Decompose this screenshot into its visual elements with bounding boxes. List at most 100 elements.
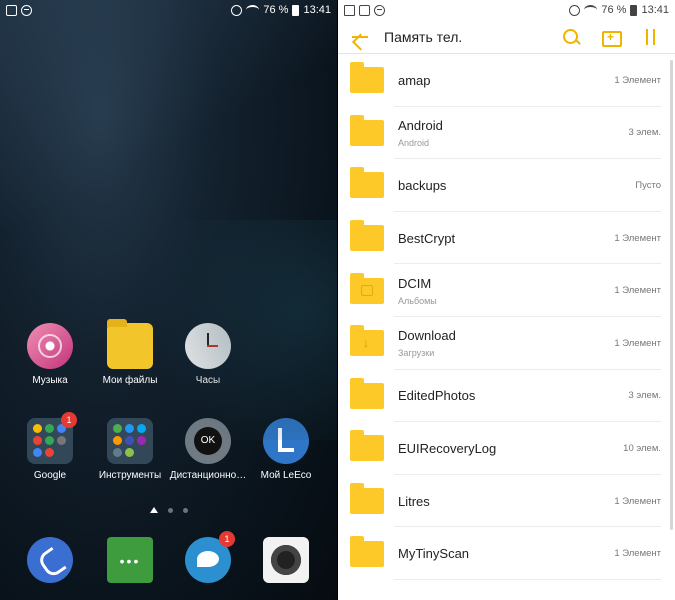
tools-folder-icon (107, 418, 153, 464)
mail-notification-icon (359, 4, 370, 16)
dock-camera[interactable] (246, 537, 326, 583)
folder-app-icon (107, 319, 153, 369)
ok-glyph: OK (194, 427, 222, 455)
folder-row-android[interactable]: Android Android 3 элем. (338, 107, 675, 160)
new-folder-icon[interactable] (601, 27, 622, 47)
app-clock[interactable]: Часы (168, 323, 248, 386)
google-folder-icon: 1 (27, 412, 77, 464)
folder-icon (350, 483, 384, 515)
folder-name: amap (398, 72, 431, 88)
file-manager: 76 % 13:41 Память тел. amap 1 Элемент An… (338, 0, 675, 600)
leeco-app-icon (263, 418, 309, 464)
item-count: 1 Элемент (614, 495, 661, 507)
mail-notification-icon (6, 4, 17, 16)
kiwi-browser-icon: 1 (185, 531, 235, 583)
notification-badge: 1 (61, 412, 77, 428)
app-remote[interactable]: OK Дистанционно… (168, 418, 248, 481)
folder-row-editedphotos[interactable]: EditedPhotos 3 элем. (338, 370, 675, 423)
folder-name: MyTinyScan (398, 546, 470, 562)
status-bar-left: 76 % 13:41 (0, 0, 337, 20)
page-dot (168, 507, 173, 513)
folder-name: Litres (398, 493, 430, 509)
folder-name: backups (398, 177, 447, 193)
item-count: 1 Элемент (614, 232, 661, 244)
wifi-icon (584, 5, 598, 15)
battery-icon (292, 4, 300, 16)
app-label: Музыка (32, 375, 68, 386)
folder-icon (350, 62, 384, 94)
do-not-disturb-icon (374, 4, 385, 16)
folder-row-amap[interactable]: amap 1 Элемент (338, 54, 675, 107)
folder-name: Download (398, 328, 456, 344)
app-label: Инструменты (98, 470, 162, 481)
app-my-leeco[interactable]: Мой LeEco (246, 418, 326, 481)
album-folder-icon (350, 272, 384, 304)
image-notification-icon (344, 4, 355, 16)
wifi-icon (246, 5, 260, 15)
battery-icon (630, 4, 638, 16)
folder-subtitle: Android (398, 137, 430, 148)
app-folder-tools[interactable]: Инструменты (90, 418, 170, 481)
messages-icon: ••• (107, 537, 153, 583)
status-bar-right: 76 % 13:41 (338, 0, 675, 20)
item-count: 1 Элемент (614, 337, 661, 349)
folder-icon (350, 220, 384, 252)
item-count: 1 Элемент (614, 548, 661, 560)
dock-messages[interactable]: ••• (90, 537, 170, 583)
folder-subtitle: Альбомы (398, 295, 437, 306)
folder-icon (350, 114, 384, 146)
app-label: Google (33, 470, 67, 481)
folder-name: EUIRecoveryLog (398, 440, 497, 456)
folder-name: BestCrypt (398, 230, 456, 246)
folder-row-bestcrypt[interactable]: BestCrypt 1 Элемент (338, 212, 675, 265)
do-not-disturb-icon (21, 4, 32, 16)
toolbar: Память тел. (338, 20, 675, 54)
phone-icon (27, 537, 73, 583)
folder-name: EditedPhotos (398, 388, 476, 404)
dock-phone[interactable] (10, 537, 90, 583)
app-label: Часы (195, 375, 221, 386)
download-folder-icon: ↓ (350, 325, 384, 357)
notification-badge: 1 (219, 531, 235, 547)
scrollbar[interactable] (670, 60, 673, 530)
search-icon[interactable] (561, 27, 581, 47)
app-my-files[interactable]: Мои файлы (90, 319, 170, 386)
dock-kiwi-browser[interactable]: 1 (168, 531, 248, 583)
page-title: Память тел. (384, 28, 463, 45)
home-page-icon (150, 507, 158, 513)
app-label: Дистанционно… (169, 470, 247, 481)
alarm-icon (231, 4, 243, 16)
folder-row-dcim[interactable]: DCIM Альбомы 1 Элемент (338, 264, 675, 317)
app-folder-google[interactable]: 1 Google (10, 412, 90, 481)
folder-subtitle: Загрузки (398, 348, 435, 359)
folder-name: DCIM (398, 275, 432, 291)
folder-row-euirecoverylog[interactable]: EUIRecoveryLog 10 элем. (338, 422, 675, 475)
page-dot (183, 507, 188, 513)
item-count: 1 Элемент (614, 285, 661, 297)
battery-percent: 76 % (263, 4, 289, 16)
folder-list: amap 1 Элемент Android Android 3 элем. ba… (338, 54, 675, 580)
item-count: 3 элем. (628, 390, 661, 402)
folder-icon (350, 167, 384, 199)
app-label: Мои файлы (102, 375, 158, 386)
clock-time: 13:41 (303, 4, 331, 16)
folder-icon (350, 535, 384, 567)
item-count: 10 элем. (623, 442, 661, 454)
clock-app-icon (185, 323, 231, 369)
item-count: 1 Элемент (614, 74, 661, 86)
back-arrow-icon[interactable] (338, 20, 378, 53)
item-count: Пусто (635, 179, 661, 191)
folder-icon (350, 377, 384, 409)
folder-row-mytinyscan[interactable]: MyTinyScan 1 Элемент (338, 527, 675, 580)
folder-row-download[interactable]: ↓ Download Загрузки 1 Элемент (338, 317, 675, 370)
alarm-icon (569, 4, 581, 16)
folder-row-litres[interactable]: Litres 1 Элемент (338, 475, 675, 528)
folder-icon (350, 430, 384, 462)
remote-app-icon: OK (185, 418, 231, 464)
clock-time: 13:41 (641, 4, 669, 16)
app-music[interactable]: Музыка (10, 323, 90, 386)
page-indicator (150, 507, 188, 513)
app-label: Мой LeEco (260, 470, 312, 481)
sort-icon[interactable] (641, 27, 661, 47)
folder-row-backups[interactable]: backups Пусто (338, 159, 675, 212)
